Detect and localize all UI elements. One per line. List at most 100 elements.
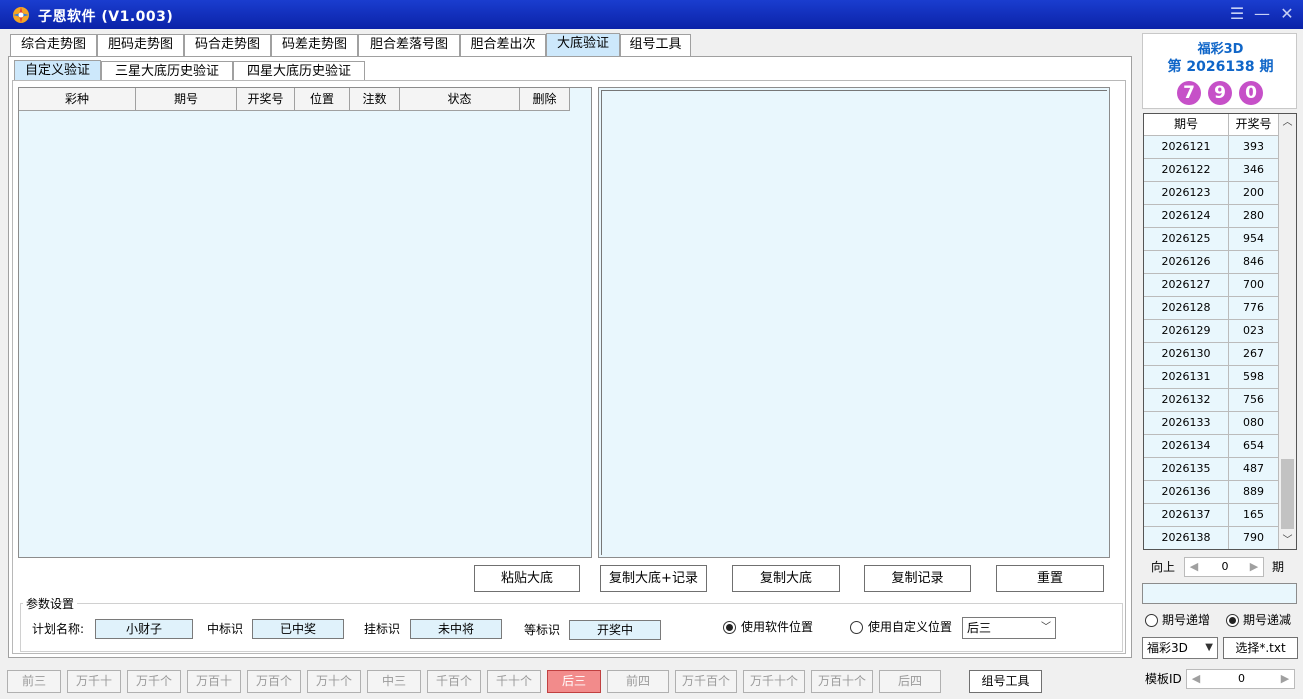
draw-table-scrollbar[interactable]: ︿ ﹀: [1279, 114, 1296, 549]
offset-spinner[interactable]: ◀ 0 ▶: [1184, 557, 1264, 577]
tab-diff-trend[interactable]: 码差走势图: [271, 34, 358, 56]
offset-value[interactable]: 0: [1203, 558, 1247, 576]
col-status[interactable]: 状态: [400, 88, 520, 111]
draw-result-cell[interactable]: 654: [1229, 435, 1279, 458]
wait-field[interactable]: 开奖中: [569, 620, 661, 640]
increment-icon[interactable]: ▶: [1245, 558, 1263, 576]
draw-result-cell[interactable]: 393: [1229, 136, 1279, 159]
tab-dan-sum-diff-count[interactable]: 胆合差出次: [460, 34, 546, 56]
col-period[interactable]: 期号: [136, 88, 237, 111]
pos-button-wan-bai-shi[interactable]: 万百十: [187, 670, 241, 693]
draw-result-cell[interactable]: 889: [1229, 481, 1279, 504]
draw-result-cell[interactable]: 700: [1229, 274, 1279, 297]
draw-result-cell[interactable]: 267: [1229, 343, 1279, 366]
base-text-area[interactable]: [598, 87, 1110, 558]
draw-result-cell[interactable]: 598: [1229, 366, 1279, 389]
tab-base-verify[interactable]: 大底验证: [546, 33, 620, 56]
draw-period-cell[interactable]: 2026134: [1144, 435, 1229, 458]
group-tool-button[interactable]: 组号工具: [969, 670, 1042, 693]
col-draw-number[interactable]: 开奖号: [237, 88, 295, 111]
period-asc-label[interactable]: 期号递增: [1162, 610, 1210, 630]
use-software-position-radio[interactable]: [723, 621, 736, 634]
status-field[interactable]: [1142, 583, 1297, 604]
pos-button-qian-shi-ge[interactable]: 千十个: [487, 670, 541, 693]
draw-history-table[interactable]: 期号 开奖号 2026121 393 2026122 346 2026123 200 202…: [1143, 113, 1297, 550]
draw-period-cell[interactable]: 2026124: [1144, 205, 1229, 228]
decrement-icon[interactable]: ◀: [1185, 558, 1203, 576]
col-lottery-type[interactable]: 彩种: [19, 88, 136, 111]
draw-period-cell[interactable]: 2026123: [1144, 182, 1229, 205]
draw-period-cell[interactable]: 2026130: [1144, 343, 1229, 366]
draw-period-cell[interactable]: 2026133: [1144, 412, 1229, 435]
col-draw-period[interactable]: 期号: [1144, 114, 1229, 136]
template-spinner[interactable]: ◀ 0 ▶: [1186, 669, 1295, 689]
pos-button-back-three[interactable]: 后三: [547, 670, 601, 693]
lottery-select[interactable]: 福彩3D ▼: [1142, 637, 1218, 659]
minimize-icon[interactable]: —: [1251, 3, 1273, 25]
draw-period-cell[interactable]: 2026138: [1144, 527, 1229, 549]
scroll-down-icon[interactable]: ﹀: [1279, 532, 1296, 549]
choose-file-button[interactable]: 选择*.txt: [1223, 637, 1298, 659]
draw-result-cell[interactable]: 790: [1229, 527, 1279, 549]
draw-result-cell[interactable]: 846: [1229, 251, 1279, 274]
draw-period-cell[interactable]: 2026121: [1144, 136, 1229, 159]
tab-composite-trend[interactable]: 综合走势图: [10, 34, 97, 56]
hit-field[interactable]: 已中奖: [252, 619, 344, 639]
position-select[interactable]: 后三 ﹀: [962, 617, 1056, 639]
verify-grid[interactable]: 彩种 期号 开奖号 位置 注数 状态 删除: [18, 87, 592, 558]
copy-record-button[interactable]: 复制记录: [864, 565, 971, 592]
draw-period-cell[interactable]: 2026131: [1144, 366, 1229, 389]
pos-button-qian-bai-ge[interactable]: 千百个: [427, 670, 481, 693]
draw-period-cell[interactable]: 2026137: [1144, 504, 1229, 527]
hang-field[interactable]: 未中将: [410, 619, 502, 639]
col-position[interactable]: 位置: [295, 88, 350, 111]
tab-sum-trend[interactable]: 码合走势图: [184, 34, 271, 56]
pos-button-wan-qian-bai-ge[interactable]: 万千百个: [675, 670, 737, 693]
pos-button-back-four[interactable]: 后四: [879, 670, 941, 693]
tab-dan-trend[interactable]: 胆码走势图: [97, 34, 184, 56]
draw-result-cell[interactable]: 165: [1229, 504, 1279, 527]
pos-button-wan-bai-shi-ge[interactable]: 万百十个: [811, 670, 873, 693]
draw-result-cell[interactable]: 080: [1229, 412, 1279, 435]
template-value[interactable]: 0: [1205, 670, 1278, 688]
paste-base-button[interactable]: 粘贴大底: [474, 565, 580, 592]
draw-result-cell[interactable]: 776: [1229, 297, 1279, 320]
draw-result-cell[interactable]: 487: [1229, 458, 1279, 481]
scroll-up-icon[interactable]: ︿: [1279, 114, 1296, 131]
draw-result-cell[interactable]: 200: [1229, 182, 1279, 205]
pos-button-wan-qian-shi[interactable]: 万千十: [67, 670, 121, 693]
close-icon[interactable]: ✕: [1276, 3, 1298, 25]
plan-name-field[interactable]: 小财子: [95, 619, 193, 639]
draw-result-cell[interactable]: 023: [1229, 320, 1279, 343]
draw-period-cell[interactable]: 2026136: [1144, 481, 1229, 504]
col-draw-result[interactable]: 开奖号: [1229, 114, 1279, 136]
copy-base-and-record-button[interactable]: 复制大底+记录: [600, 565, 707, 592]
pos-button-front-four[interactable]: 前四: [607, 670, 669, 693]
col-bet-count[interactable]: 注数: [350, 88, 400, 111]
use-custom-position-label[interactable]: 使用自定义位置: [868, 617, 952, 637]
tab-group-tool[interactable]: 组号工具: [620, 34, 691, 56]
draw-period-cell[interactable]: 2026135: [1144, 458, 1229, 481]
col-delete[interactable]: 删除: [520, 88, 570, 111]
draw-result-cell[interactable]: 756: [1229, 389, 1279, 412]
pos-button-wan-shi-ge[interactable]: 万十个: [307, 670, 361, 693]
pos-button-middle-three[interactable]: 中三: [367, 670, 421, 693]
pos-button-wan-qian-shi-ge[interactable]: 万千十个: [743, 670, 805, 693]
draw-result-cell[interactable]: 280: [1229, 205, 1279, 228]
reset-button[interactable]: 重置: [996, 565, 1104, 592]
pos-button-wan-bai-ge[interactable]: 万百个: [247, 670, 301, 693]
draw-period-cell[interactable]: 2026126: [1144, 251, 1229, 274]
period-desc-radio[interactable]: [1226, 614, 1239, 627]
pos-button-front-three[interactable]: 前三: [7, 670, 61, 693]
period-desc-label[interactable]: 期号递减: [1243, 610, 1291, 630]
increment-icon[interactable]: ▶: [1276, 670, 1294, 688]
copy-base-button[interactable]: 复制大底: [732, 565, 840, 592]
scroll-thumb[interactable]: [1281, 459, 1294, 529]
draw-period-cell[interactable]: 2026125: [1144, 228, 1229, 251]
use-software-position-label[interactable]: 使用软件位置: [741, 617, 813, 637]
tab-dan-sum-diff-drop[interactable]: 胆合差落号图: [358, 34, 460, 56]
pos-button-wan-qian-ge[interactable]: 万千个: [127, 670, 181, 693]
draw-result-cell[interactable]: 346: [1229, 159, 1279, 182]
draw-period-cell[interactable]: 2026122: [1144, 159, 1229, 182]
decrement-icon[interactable]: ◀: [1187, 670, 1205, 688]
